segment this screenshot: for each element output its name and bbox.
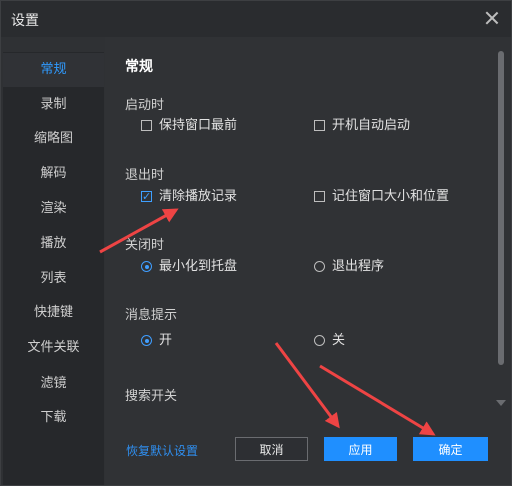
settings-sidebar: 常规 录制 缩略图 解码 渲染 播放 列表 快捷键 文件关联 滤镜 下载: [3, 52, 104, 485]
remember-window-label: 记住窗口大小和位置: [332, 189, 450, 204]
sidebar-item-render[interactable]: 渲染: [3, 192, 104, 226]
title-bar: 设置: [1, 1, 511, 37]
exit-program-label: 退出程序: [332, 259, 385, 274]
sidebar-item-thumbnail[interactable]: 缩略图: [3, 122, 104, 156]
keep-on-top-checkbox[interactable]: 保持窗口最前: [141, 117, 237, 135]
section-startup-title: 启动时: [125, 98, 165, 113]
minimize-to-tray-label: 最小化到托盘: [159, 259, 238, 274]
minimize-to-tray-radio[interactable]: 最小化到托盘: [141, 258, 237, 276]
notify-on-label: 开: [159, 333, 173, 348]
section-close-title: 关闭时: [125, 238, 165, 253]
sidebar-item-record[interactable]: 录制: [3, 88, 104, 122]
ok-button[interactable]: 确定: [413, 437, 488, 461]
scroll-thumb[interactable]: [498, 51, 504, 365]
window-title: 设置: [11, 13, 39, 29]
sidebar-item-decode[interactable]: 解码: [3, 157, 104, 191]
settings-content: 常规 启动时 保持窗口最前 开机自动启动 退出时 清除播放记录 记住窗口大小和位…: [105, 37, 511, 485]
notify-off-label: 关: [332, 333, 346, 348]
sidebar-item-hotkeys[interactable]: 快捷键: [3, 296, 104, 330]
radio-selected-icon: [141, 261, 152, 272]
settings-window: 设置 常规 录制 缩略图 解码 渲染 播放 列表 快捷键 文件关联 滤镜 下载 …: [0, 0, 512, 486]
section-search-title: 搜索开关: [125, 389, 178, 404]
page-title: 常规: [125, 59, 153, 75]
section-notify-title: 消息提示: [125, 308, 178, 323]
apply-button[interactable]: 应用: [324, 437, 397, 461]
sidebar-item-file-association[interactable]: 文件关联: [3, 331, 104, 365]
auto-start-label: 开机自动启动: [332, 118, 411, 133]
notify-on-radio[interactable]: 开: [141, 332, 172, 350]
restore-defaults-link[interactable]: 恢复默认设置: [126, 442, 198, 459]
section-exit-title: 退出时: [125, 168, 165, 183]
checkbox-checked-icon: [141, 188, 152, 206]
radio-icon: [314, 335, 325, 346]
clear-history-checkbox[interactable]: 清除播放记录: [141, 188, 237, 206]
auto-start-checkbox[interactable]: 开机自动启动: [314, 117, 410, 135]
close-icon[interactable]: [483, 9, 501, 27]
checkbox-icon: [314, 120, 325, 131]
keep-on-top-label: 保持窗口最前: [159, 118, 238, 133]
sidebar-item-download[interactable]: 下载: [3, 401, 104, 435]
sidebar-item-list[interactable]: 列表: [3, 262, 104, 296]
scroll-down-arrow-icon[interactable]: [496, 400, 506, 406]
checkbox-icon: [141, 120, 152, 131]
exit-program-radio[interactable]: 退出程序: [314, 258, 384, 276]
cancel-button[interactable]: 取消: [235, 437, 308, 461]
radio-selected-icon: [141, 335, 152, 346]
sidebar-item-general[interactable]: 常规: [3, 53, 104, 87]
remember-window-checkbox[interactable]: 记住窗口大小和位置: [314, 188, 449, 206]
radio-icon: [314, 261, 325, 272]
notify-off-radio[interactable]: 关: [314, 332, 345, 350]
sidebar-item-playback[interactable]: 播放: [3, 227, 104, 261]
clear-history-label: 清除播放记录: [159, 189, 238, 204]
content-scrollbar[interactable]: [496, 51, 506, 414]
sidebar-item-filters[interactable]: 滤镜: [3, 367, 104, 401]
checkbox-icon: [314, 191, 325, 202]
